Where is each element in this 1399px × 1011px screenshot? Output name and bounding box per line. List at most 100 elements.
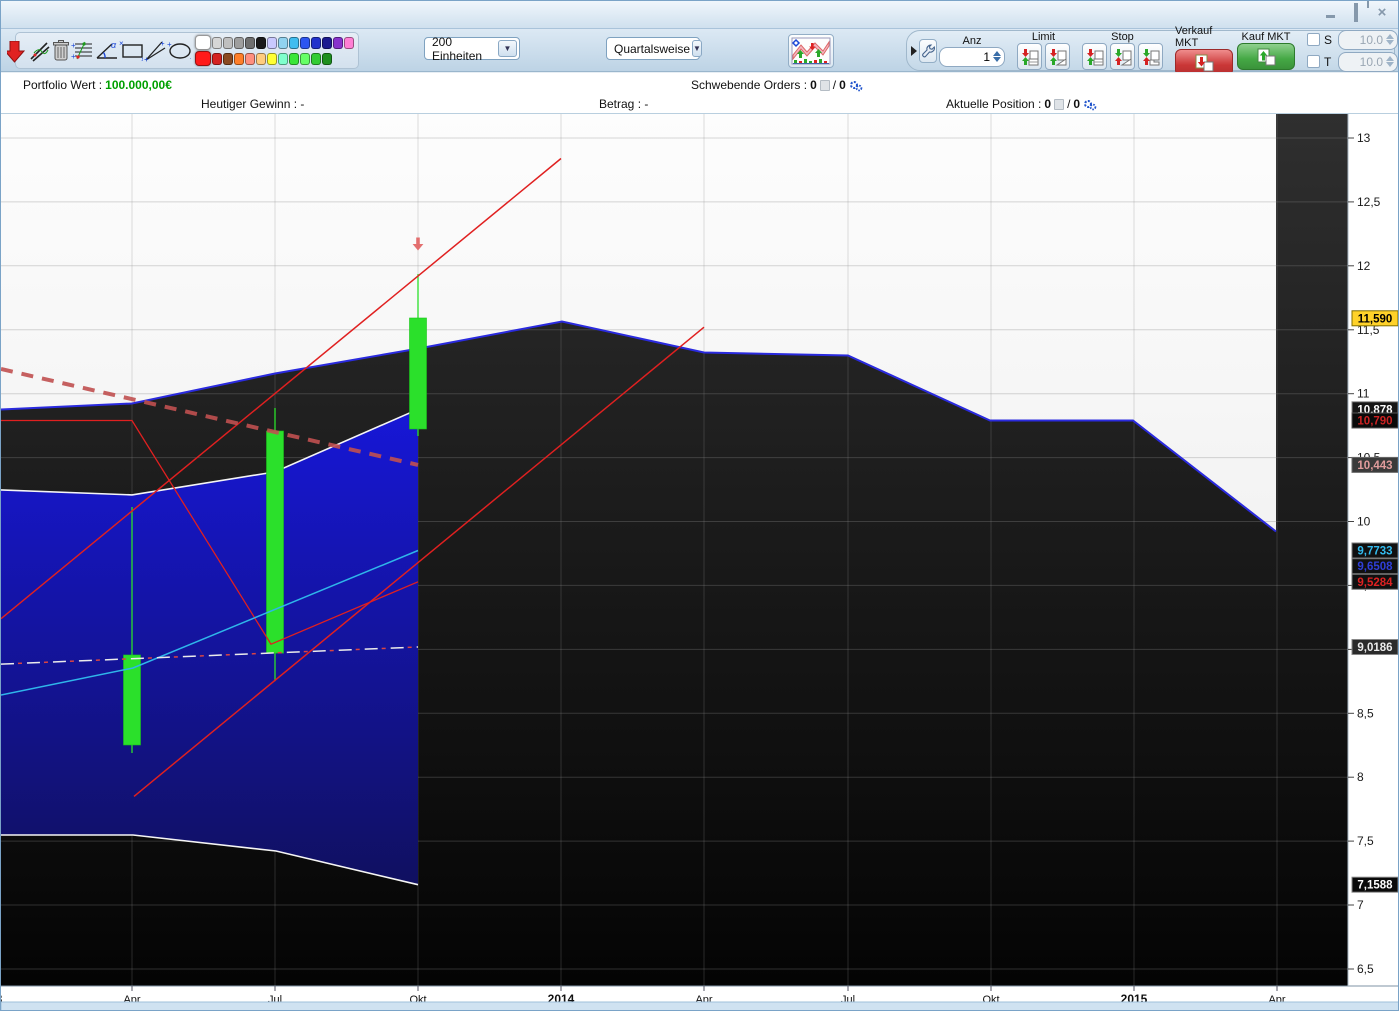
units-dropdown[interactable]: 200 Einheiten ▼ <box>424 37 520 60</box>
chevron-down-icon[interactable]: ▼ <box>498 40 517 57</box>
color-swatch[interactable] <box>289 37 299 49</box>
buy-market-button[interactable] <box>1237 43 1295 70</box>
account-status-bar: Portfolio Wert : 100.000,00€ Schwebende … <box>1 72 1398 114</box>
drawing-tool-group: ++ α ×× ++ ++ <box>15 32 359 69</box>
ellipse-icon[interactable]: ++ <box>167 37 191 65</box>
svg-text:7: 7 <box>1357 898 1364 912</box>
svg-text:8: 8 <box>1357 770 1364 784</box>
pending-orders-count: 0 <box>810 78 817 92</box>
stop-value-stepper[interactable] <box>1338 30 1398 50</box>
color-swatch[interactable] <box>300 37 310 49</box>
color-swatch[interactable] <box>234 37 244 49</box>
current-auto-position-count: 0 <box>1073 97 1080 111</box>
svg-text:11,590: 11,590 <box>1358 313 1393 325</box>
color-swatch[interactable] <box>234 53 244 65</box>
order-list-icon[interactable] <box>820 80 830 91</box>
svg-text:+: + <box>190 54 191 63</box>
color-swatch[interactable] <box>344 37 354 49</box>
svg-text:+: + <box>71 52 76 61</box>
trailing-stop-order-button[interactable] <box>1138 43 1163 70</box>
separator: / <box>833 78 836 92</box>
period-dropdown-value: Quartalsweise <box>614 42 690 56</box>
buy-market-label: Kauf MKT <box>1242 31 1291 43</box>
limit-label: Limit <box>1032 31 1055 43</box>
stop-checkbox[interactable] <box>1307 33 1320 46</box>
trash-icon[interactable] <box>51 37 71 65</box>
pending-orders-label: Schwebende Orders : <box>691 78 807 92</box>
color-swatch[interactable] <box>245 37 255 49</box>
settings-wrench-button[interactable] <box>919 39 937 63</box>
restore-icon[interactable] <box>1348 6 1364 20</box>
color-swatch[interactable] <box>195 35 211 50</box>
color-swatch[interactable] <box>256 53 266 65</box>
chart-area[interactable]: 6,577,588,599,51010,51111,51212,5132013A… <box>1 114 1399 1011</box>
sell-market-group: Verkauf MKT <box>1175 25 1233 76</box>
quantity-stepper[interactable] <box>939 47 1005 67</box>
order-lines-icon[interactable]: ++ <box>71 37 95 65</box>
buy-limit-order-button[interactable] <box>1017 43 1042 70</box>
svg-text:+: + <box>71 41 76 50</box>
portfolio-label: Portfolio Wert : <box>23 78 102 92</box>
sell-limit-order-button[interactable] <box>1045 43 1070 70</box>
color-swatch[interactable] <box>300 53 310 65</box>
svg-text:9,6508: 9,6508 <box>1357 561 1393 573</box>
portfolio-value: 100.000,00€ <box>105 78 172 92</box>
color-swatch[interactable] <box>278 37 288 49</box>
sell-market-label: Verkauf MKT <box>1175 25 1233 49</box>
chart-style-button[interactable] <box>788 34 834 68</box>
color-swatch[interactable] <box>278 53 288 65</box>
color-swatch[interactable] <box>195 51 211 66</box>
color-swatch[interactable] <box>333 37 343 49</box>
minimize-icon[interactable] <box>1322 6 1338 20</box>
stepper-arrows-icon[interactable] <box>992 51 1004 62</box>
position-list-icon[interactable] <box>1054 99 1064 110</box>
color-swatch[interactable] <box>256 37 266 49</box>
current-position-label: Aktuelle Position : <box>946 97 1041 111</box>
daily-profit-text: Heutiger Gewinn : - <box>201 97 304 111</box>
close-icon[interactable]: × <box>1374 6 1390 20</box>
red-arrow-icon[interactable] <box>7 41 25 68</box>
svg-text:7,5: 7,5 <box>1357 834 1374 848</box>
color-swatch[interactable] <box>322 37 332 49</box>
take-profit-value-input[interactable] <box>1339 54 1385 70</box>
color-swatch[interactable] <box>223 53 233 65</box>
separator: / <box>1067 97 1070 111</box>
buy-stop-order-button[interactable] <box>1082 43 1107 70</box>
take-profit-value-stepper[interactable] <box>1338 52 1398 72</box>
gears-icon[interactable] <box>1083 98 1097 111</box>
svg-text:10,443: 10,443 <box>1357 460 1392 472</box>
price-chart[interactable]: 6,577,588,599,51010,51111,51212,5132013A… <box>1 114 1399 1011</box>
color-swatch[interactable] <box>267 53 277 65</box>
rectangle-icon[interactable]: ×× <box>119 37 143 65</box>
color-swatch[interactable] <box>289 53 299 65</box>
color-swatch[interactable] <box>212 53 222 65</box>
sell-stop-order-button[interactable] <box>1110 43 1135 70</box>
color-swatch[interactable] <box>267 37 277 49</box>
svg-text:9,5284: 9,5284 <box>1357 577 1393 589</box>
panel-expander-icon[interactable] <box>911 46 917 56</box>
limit-group: Limit <box>1017 31 1070 70</box>
svg-text:+: + <box>167 40 172 49</box>
color-swatch[interactable] <box>223 37 233 49</box>
stepper-arrows-icon <box>1385 34 1397 45</box>
order-panel: Anz Limit Stop <box>906 30 1395 71</box>
quantity-input[interactable] <box>940 49 992 65</box>
stop-value-input[interactable] <box>1339 32 1385 48</box>
amount-text: Betrag : - <box>599 97 648 111</box>
take-profit-checkbox[interactable] <box>1307 55 1320 68</box>
stop-group: Stop <box>1082 31 1163 70</box>
current-position-count: 0 <box>1044 97 1051 111</box>
color-swatch[interactable] <box>322 53 332 65</box>
angle-icon[interactable]: α <box>95 37 119 65</box>
fan-lines-icon[interactable]: ++ <box>143 37 167 65</box>
quantity-group: Anz <box>939 35 1005 67</box>
color-swatch[interactable] <box>311 37 321 49</box>
quantity-label: Anz <box>963 35 982 47</box>
color-swatch[interactable] <box>245 53 255 65</box>
trendline-icon[interactable] <box>29 37 51 65</box>
period-dropdown[interactable]: Quartalsweise ▼ <box>606 37 700 60</box>
color-swatch[interactable] <box>311 53 321 65</box>
chevron-down-icon[interactable]: ▼ <box>692 40 702 57</box>
gears-icon[interactable] <box>849 79 863 92</box>
color-swatch[interactable] <box>212 37 222 49</box>
